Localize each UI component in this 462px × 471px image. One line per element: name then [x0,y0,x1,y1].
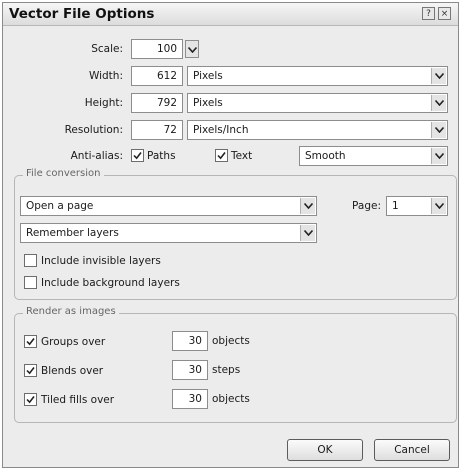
vector-file-options-dialog: Vector File Options ? × Scale: 100 Width… [2,2,459,468]
chevron-down-icon [435,73,444,79]
paths-checkbox[interactable] [131,149,144,162]
resolution-field[interactable]: 72 [131,120,183,140]
page-mode-select[interactable]: Open a page [20,196,317,216]
groups-over-unit: objects [212,335,250,347]
tiled-fills-over-value: 30 [188,393,202,405]
render-as-images-title: Render as images [23,306,119,317]
height-label: Height: [84,97,123,109]
chevron-down-icon [435,127,444,133]
checkmark-icon [217,152,226,160]
resolution-value: 72 [163,124,177,136]
antialias-label: Anti-alias: [70,150,123,162]
close-button[interactable]: × [438,7,451,20]
page-value: 1 [392,200,399,212]
chevron-down-icon [304,230,313,236]
resolution-unit-arrow [431,122,446,138]
scale-field[interactable]: 100 [131,39,183,59]
blends-over-checkbox[interactable] [24,364,37,377]
tiled-fills-over-unit: objects [212,393,250,405]
layers-mode-value: Remember layers [26,227,119,239]
height-unit-select[interactable]: Pixels [187,93,448,113]
page-label: Page: [352,200,381,212]
height-unit-value: Pixels [193,97,223,109]
help-button[interactable]: ? [422,7,435,20]
height-unit-arrow [431,95,446,111]
width-value: 612 [156,70,177,82]
chevron-down-icon [435,203,444,209]
resolution-unit-select[interactable]: Pixels/Inch [187,120,448,140]
chevron-down-icon [435,153,444,159]
chevron-down-icon [304,203,313,209]
height-field[interactable]: 792 [131,93,183,113]
scale-dropdown-button[interactable] [185,40,199,58]
width-label: Width: [88,70,123,82]
cancel-button[interactable]: Cancel [374,439,450,461]
width-unit-value: Pixels [193,70,223,82]
antialias-mode-select[interactable]: Smooth [299,146,448,166]
groups-over-value: 30 [188,335,202,347]
groups-over-label: Groups over [41,336,106,348]
checkmark-icon [133,152,142,160]
resolution-unit-value: Pixels/Inch [193,124,249,136]
ok-button[interactable]: OK [287,439,363,461]
text-checkbox-label: Text [231,150,253,162]
groups-over-checkbox[interactable] [24,335,37,348]
antialias-mode-arrow [431,148,446,164]
resolution-label: Resolution: [64,124,123,136]
layers-mode-select[interactable]: Remember layers [20,223,317,243]
page-select-arrow [431,198,446,214]
title-bar: Vector File Options ? × [3,3,458,26]
include-invisible-layers-label: Include invisible layers [41,255,161,267]
file-conversion-title: File conversion [23,168,104,179]
page-mode-value: Open a page [26,200,94,212]
checkmark-icon [26,338,35,346]
include-background-layers-label: Include background layers [41,277,180,289]
text-checkbox[interactable] [215,149,228,162]
width-field[interactable]: 612 [131,66,183,86]
width-unit-arrow [431,68,446,84]
antialias-mode-value: Smooth [305,150,346,162]
width-unit-select[interactable]: Pixels [187,66,448,86]
blends-over-unit: steps [212,364,241,376]
paths-checkbox-label: Paths [147,150,176,162]
page-mode-arrow [300,198,315,214]
include-background-layers-checkbox[interactable] [24,276,37,289]
include-invisible-layers-checkbox[interactable] [24,254,37,267]
scale-label: Scale: [91,43,123,55]
tiled-fills-over-checkbox[interactable] [24,393,37,406]
tiled-fills-over-label: Tiled fills over [41,394,115,406]
blends-over-label: Blends over [41,365,104,377]
height-value: 792 [156,97,177,109]
layers-mode-arrow [300,225,315,241]
scale-value: 100 [156,43,177,55]
chevron-down-icon [435,100,444,106]
blends-over-value: 30 [188,364,202,376]
blends-over-field[interactable]: 30 [172,360,208,380]
checkmark-icon [26,396,35,404]
checkmark-icon [26,367,35,375]
chevron-down-icon [188,47,197,53]
tiled-fills-over-field[interactable]: 30 [172,389,208,409]
dialog-title: Vector File Options [9,6,155,22]
groups-over-field[interactable]: 30 [172,331,208,351]
page-select[interactable]: 1 [386,196,448,216]
